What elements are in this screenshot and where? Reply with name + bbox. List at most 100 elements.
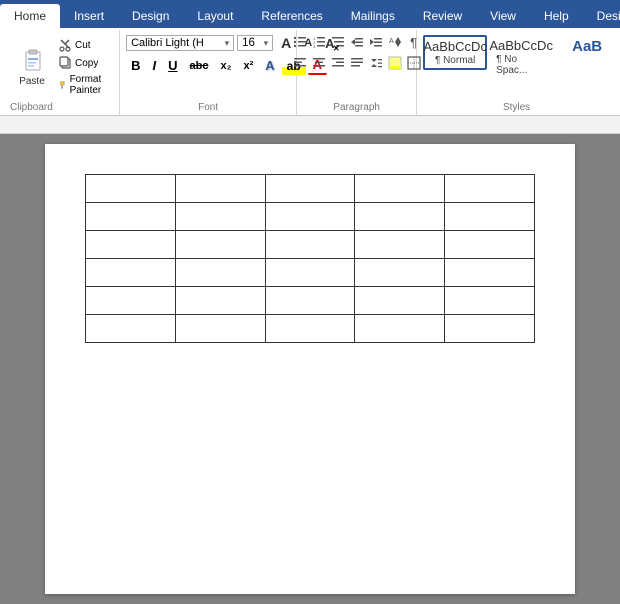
tab-design[interactable]: Design [118, 4, 183, 28]
style-normal[interactable]: AaBbCcDc ¶ Normal [423, 35, 487, 70]
align-right-button[interactable] [329, 54, 347, 72]
table-cell[interactable] [86, 231, 176, 259]
style-no-spacing-preview: AaBbCcDc [489, 38, 553, 54]
copy-button[interactable]: Copy [56, 55, 113, 71]
paste-button[interactable]: Paste [10, 33, 54, 102]
table-cell[interactable] [175, 287, 265, 315]
table-cell[interactable] [86, 315, 176, 343]
align-right-icon [331, 56, 345, 70]
table-cell[interactable] [445, 259, 535, 287]
align-left-button[interactable] [291, 54, 309, 72]
font-size-selector[interactable]: 16 ▾ [237, 35, 273, 51]
table-cell[interactable] [355, 287, 445, 315]
style-heading1[interactable]: AaB [555, 35, 619, 59]
table-row [86, 203, 535, 231]
bold-button[interactable]: B [126, 56, 145, 75]
tab-layout[interactable]: Layout [183, 4, 247, 28]
style-no-spacing[interactable]: AaBbCcDc ¶ No Spac... [489, 35, 553, 79]
format-painter-button[interactable]: Format Painter [56, 73, 113, 97]
table-cell[interactable] [86, 203, 176, 231]
table-cell[interactable] [175, 175, 265, 203]
table-cell[interactable] [265, 315, 355, 343]
paste-label: Paste [19, 76, 45, 87]
table-row [86, 259, 535, 287]
line-spacing-button[interactable] [367, 54, 385, 72]
tab-view[interactable]: View [476, 4, 530, 28]
align-left-icon [293, 56, 307, 70]
sort-icon: A [388, 35, 402, 49]
tab-home[interactable]: Home [0, 4, 60, 28]
svg-text:A: A [389, 38, 394, 45]
align-center-button[interactable] [310, 54, 328, 72]
styles-section: AaBbCcDc ¶ Normal AaBbCcDc ¶ No Spac... … [417, 30, 616, 115]
svg-text:3.: 3. [313, 44, 316, 49]
table-row [86, 231, 535, 259]
superscript-button[interactable]: x² [238, 58, 258, 74]
table-cell[interactable] [175, 203, 265, 231]
table-cell[interactable] [445, 287, 535, 315]
tab-help[interactable]: Help [530, 4, 583, 28]
font-family-arrow: ▾ [225, 38, 230, 49]
paragraph-group-label: Paragraph [333, 102, 380, 115]
text-effects-button[interactable]: A [260, 56, 279, 75]
table-cell[interactable] [355, 315, 445, 343]
table-cell[interactable] [355, 231, 445, 259]
shading-icon [388, 56, 402, 70]
copy-label: Copy [75, 58, 98, 69]
table-cell[interactable] [265, 259, 355, 287]
ruler-svg [60, 117, 540, 133]
increase-indent-button[interactable] [367, 33, 385, 51]
tab-review[interactable]: Review [409, 4, 476, 28]
font-section: Calibri Light (H ▾ 16 ▾ A A A ✕ [120, 30, 297, 115]
document-page [45, 144, 575, 594]
table-cell[interactable] [355, 203, 445, 231]
styles-items-container: AaBbCcDc ¶ Normal AaBbCcDc ¶ No Spac... … [423, 33, 610, 102]
table-cell[interactable] [175, 259, 265, 287]
tab-mailings[interactable]: Mailings [337, 4, 409, 28]
paragraph-section: 1. 2. 3. [297, 30, 417, 115]
table-cell[interactable] [175, 231, 265, 259]
clear-formatting-button[interactable]: A ✕ [320, 34, 339, 53]
table-cell[interactable] [86, 175, 176, 203]
tab-design2[interactable]: Design [583, 4, 620, 28]
subscript-button[interactable]: x₂ [215, 58, 236, 74]
sort-button[interactable]: A [386, 33, 404, 51]
style-normal-label: ¶ Normal [435, 55, 475, 66]
scissors-icon [59, 38, 73, 52]
shading-button[interactable] [386, 54, 404, 72]
font-family-selector[interactable]: Calibri Light (H ▾ [126, 35, 234, 51]
ribbon-container: Home Insert Design Layout References Mai… [0, 0, 620, 116]
cut-button[interactable]: Cut [56, 37, 113, 53]
format-painter-icon [59, 78, 68, 92]
font-size-value: 16 [242, 37, 255, 49]
table-cell[interactable] [265, 175, 355, 203]
table-cell[interactable] [86, 287, 176, 315]
bullets-button[interactable] [291, 33, 309, 51]
strikethrough-button[interactable]: abc [185, 58, 214, 74]
tab-insert[interactable]: Insert [60, 4, 118, 28]
table-cell[interactable] [445, 231, 535, 259]
table-cell[interactable] [445, 315, 535, 343]
justify-icon [350, 56, 364, 70]
table-cell[interactable] [355, 175, 445, 203]
underline-button[interactable]: U [163, 56, 182, 75]
table-cell[interactable] [265, 231, 355, 259]
table-cell[interactable] [355, 259, 445, 287]
font-group-label: Font [198, 102, 218, 115]
decrease-indent-button[interactable] [348, 33, 366, 51]
line-spacing-icon [369, 56, 383, 70]
table-cell[interactable] [445, 175, 535, 203]
increase-indent-icon [369, 35, 383, 49]
table-cell[interactable] [175, 315, 265, 343]
table-cell[interactable] [265, 287, 355, 315]
table-cell[interactable] [86, 259, 176, 287]
style-normal-preview: AaBbCcDc [423, 39, 487, 55]
tab-references[interactable]: References [247, 4, 336, 28]
ruler [0, 116, 620, 134]
italic-button[interactable]: I [147, 56, 161, 75]
styles-group-label: Styles [503, 102, 530, 115]
table-cell[interactable] [265, 203, 355, 231]
table-cell[interactable] [445, 203, 535, 231]
bullets-icon [293, 35, 307, 49]
justify-button[interactable] [348, 54, 366, 72]
